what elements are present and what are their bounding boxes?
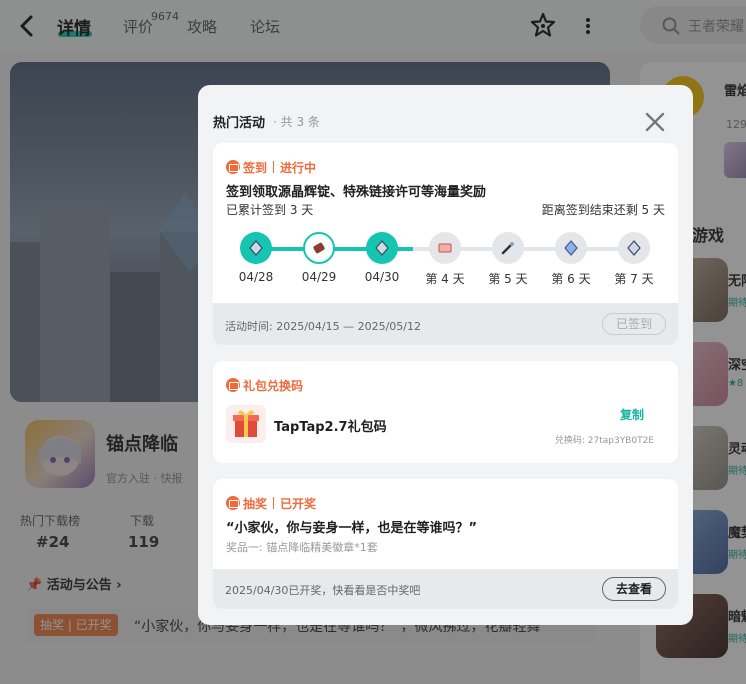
activities-modal: 热门活动 · 共 3 条 签到 进行中 签到领取源晶辉锭、特殊链接许可等海量奖励 … [198, 85, 693, 625]
lottery-label: 抽奖 [243, 497, 268, 511]
calendar-icon [226, 160, 240, 174]
crystal-icon [375, 240, 389, 256]
checkin-progress: 已累计签到 3 天 [226, 203, 314, 217]
lottery-quote: “小家伙，你与妾身一样，也是在等谁吗？” [226, 521, 478, 536]
checkin-remaining: 距离签到结束还剩 5 天 [541, 203, 665, 217]
checkin-header: 签到 进行中 [226, 157, 317, 175]
modal-count: · 共 3 条 [273, 115, 320, 129]
checkin-day[interactable]: 04/28 [232, 232, 280, 290]
key-item-icon [501, 242, 514, 255]
ingot-icon [313, 242, 325, 254]
gift-icon [226, 378, 240, 392]
activity-time: 活动时间: 2025/04/15 — 2025/05/12 [225, 320, 421, 333]
divider [273, 161, 275, 173]
gift-name: TapTap2.7礼包码 [274, 420, 387, 435]
checkin-title: 签到领取源晶辉锭、特殊链接许可等海量奖励 [226, 185, 487, 200]
signed-button[interactable]: 已签到 [602, 313, 666, 335]
gift-box-icon [226, 405, 266, 443]
checkin-day[interactable]: 第 5 天 [484, 232, 532, 290]
gift-code: 兑换码: 27tap3YB0T2E [554, 436, 654, 446]
checkin-day[interactable]: 04/30 [358, 232, 406, 290]
checkin-day[interactable]: 第 6 天 [547, 232, 595, 290]
crystal-icon [627, 240, 641, 256]
checkin-footer: 活动时间: 2025/04/15 — 2025/05/12 已签到 [213, 303, 678, 345]
close-icon[interactable] [644, 111, 666, 133]
view-result-button[interactable]: 去查看 [602, 577, 666, 601]
checkin-day[interactable]: 04/29 [295, 232, 343, 290]
checkin-state: 进行中 [280, 161, 317, 175]
crystal-blue-icon [564, 240, 578, 256]
lottery-icon [226, 496, 240, 510]
gift-code-card[interactable]: 礼包兑换码 TapTap2.7礼包码 复制 兑换码: 27tap3YB0T2E [213, 361, 678, 463]
divider [273, 497, 275, 509]
lottery-state: 已开奖 [280, 497, 317, 511]
checkin-card[interactable]: 签到 进行中 签到领取源晶辉锭、特殊链接许可等海量奖励 已累计签到 3 天 距离签… [213, 143, 678, 345]
lottery-prize: 奖品一: 锚点降临精美徽章*1套 [226, 541, 378, 554]
lottery-header: 抽奖 已开奖 [226, 493, 317, 511]
checkin-day[interactable]: 第 4 天 [421, 232, 469, 290]
ticket-icon [438, 243, 452, 253]
crystal-icon [249, 240, 263, 256]
gift-label: 礼包兑换码 [243, 379, 304, 393]
lottery-result-text: 2025/04/30已开奖，快看看是否中奖吧 [225, 584, 421, 597]
lottery-footer: 2025/04/30已开奖，快看看是否中奖吧 去查看 [213, 569, 678, 609]
gift-header: 礼包兑换码 [226, 375, 304, 393]
checkin-label: 签到 [243, 161, 268, 175]
lottery-card[interactable]: 抽奖 已开奖 “小家伙，你与妾身一样，也是在等谁吗？” 奖品一: 锚点降临精美徽章… [213, 479, 678, 609]
checkin-day[interactable]: 第 7 天 [610, 232, 658, 290]
copy-button[interactable]: 复制 [620, 406, 644, 423]
modal-title: 热门活动 [213, 116, 266, 131]
